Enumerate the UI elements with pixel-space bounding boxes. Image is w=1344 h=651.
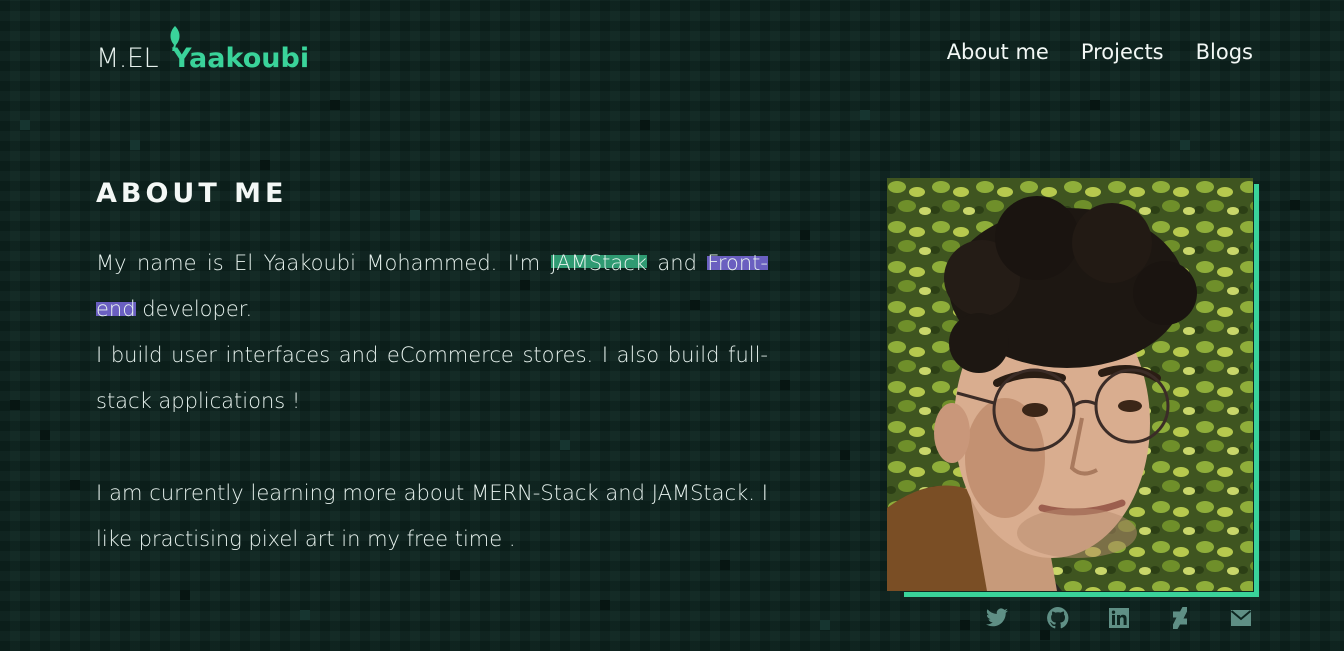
- github-icon[interactable]: [1046, 606, 1070, 630]
- nav-blogs[interactable]: Blogs: [1196, 40, 1253, 64]
- portrait-frame: [887, 178, 1259, 597]
- build-text: I build user interfaces and eCommerce st…: [96, 343, 768, 413]
- nav-projects[interactable]: Projects: [1081, 40, 1164, 64]
- social-links: [985, 606, 1253, 630]
- learning-text: I am currently learning more about MERN-…: [96, 481, 768, 551]
- intro-text: My name is El Yaakoubi Mohammed. I'm: [96, 251, 551, 275]
- mail-icon[interactable]: [1229, 606, 1253, 630]
- logo-name-text: Yaakoubi: [171, 43, 310, 74]
- twitter-icon[interactable]: [985, 606, 1009, 630]
- logo-prefix: M.EL: [96, 43, 158, 74]
- intro-middle: and: [647, 251, 708, 275]
- logo-name: Yaakoubi: [170, 26, 310, 74]
- intro-after: developer.: [135, 297, 253, 321]
- deviantart-icon[interactable]: [1168, 606, 1192, 630]
- nav-about-me[interactable]: About me: [947, 40, 1049, 64]
- leaf-icon: [170, 26, 180, 51]
- about-text: My name is El Yaakoubi Mohammed. I'm JAM…: [96, 240, 768, 562]
- linkedin-icon[interactable]: [1107, 606, 1131, 630]
- logo[interactable]: M.EL Yaakoubi: [96, 26, 310, 74]
- jamstack-highlight: JAMStack: [550, 251, 647, 275]
- section-title: ABOUT ME: [96, 178, 288, 209]
- portrait-photo: [887, 178, 1253, 591]
- main-nav: About me Projects Blogs: [947, 40, 1253, 64]
